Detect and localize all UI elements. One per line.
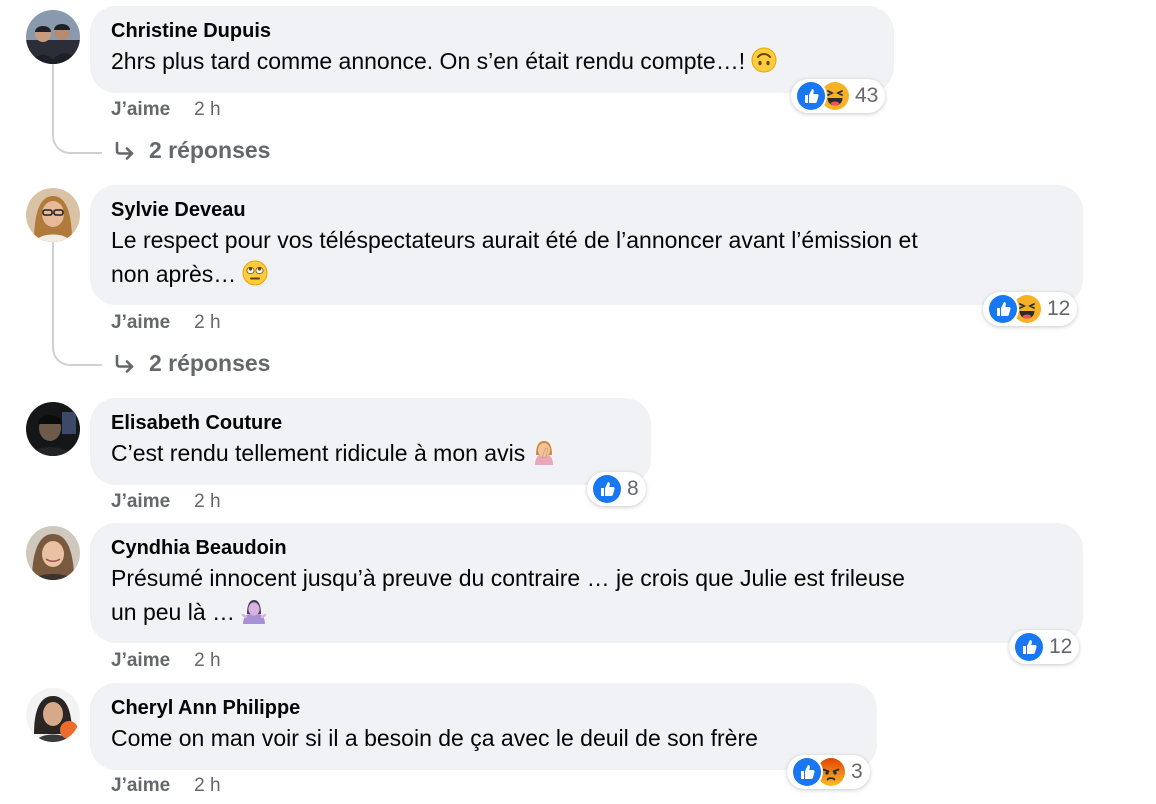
like-button[interactable]: J’aime — [111, 491, 170, 512]
comment-text: 2hrs plus tard comme annonce. On s’en ét… — [111, 44, 872, 78]
reply-arrow-icon — [115, 141, 134, 160]
replies-label: 2 réponses — [149, 137, 271, 163]
reaction-count: 12 — [1047, 297, 1071, 320]
timestamp[interactable]: 2 h — [194, 775, 220, 796]
timestamp[interactable]: 2 h — [194, 312, 220, 333]
reaction-summary[interactable]: 43 — [791, 79, 886, 113]
comment-text: Come on man voir si il a besoin de ça av… — [111, 721, 855, 755]
reaction-count: 12 — [1049, 635, 1073, 658]
comment-bubble: Sylvie Deveau Le respect pour vos télésp… — [90, 185, 1083, 305]
reaction-count: 43 — [855, 84, 879, 107]
comment-text: Présumé innocent jusqu’à preuve du contr… — [111, 561, 1061, 629]
replies-label: 2 réponses — [149, 350, 271, 376]
like-button[interactable]: J’aime — [111, 775, 170, 796]
avatar[interactable] — [26, 188, 80, 242]
reply-arrow-icon — [115, 354, 134, 373]
comment-actions: J’aime 2 h — [111, 311, 221, 335]
comment-actions: J’aime 2 h — [111, 774, 221, 798]
comment-text: C’est rendu tellement ridicule à mon avi… — [111, 436, 629, 470]
comment-actions: J’aime 2 h — [111, 490, 221, 514]
comment-author[interactable]: Cheryl Ann Philippe — [111, 695, 855, 721]
comment-actions: J’aime 2 h — [111, 649, 221, 673]
comment-author[interactable]: Sylvie Deveau — [111, 197, 1061, 223]
like-reaction-icon — [591, 473, 623, 505]
timestamp[interactable]: 2 h — [194, 491, 220, 512]
avatar[interactable] — [26, 10, 80, 64]
comment-text-content: C’est rendu tellement ridicule à mon avi… — [111, 440, 526, 466]
like-reaction-icon — [795, 80, 827, 112]
comment-actions: J’aime 2 h — [111, 98, 221, 122]
avatar[interactable] — [26, 526, 80, 580]
reaction-count: 3 — [851, 760, 863, 783]
reaction-summary[interactable]: 3 — [787, 755, 870, 789]
like-button[interactable]: J’aime — [111, 99, 170, 120]
comment-text-line: Le respect pour vos téléspectateurs aura… — [111, 227, 918, 253]
like-reaction-icon — [1013, 631, 1045, 663]
comment-bubble: Elisabeth Couture C’est rendu tellement … — [90, 398, 651, 485]
comment-author[interactable]: Elisabeth Couture — [111, 410, 629, 436]
comment-text-content: non après… — [111, 261, 237, 287]
comment-text-content: un peu là … — [111, 599, 236, 625]
like-reaction-icon — [791, 756, 823, 788]
shrug-woman-icon — [241, 598, 267, 624]
comment-bubble: Cyndhia Beaudoin Présumé innocent jusqu’… — [90, 523, 1083, 643]
reaction-count: 8 — [627, 477, 639, 500]
reaction-summary[interactable]: 8 — [587, 472, 646, 506]
eye-roll-icon — [242, 260, 268, 286]
comment-text-line-2: non après… — [111, 257, 1061, 291]
facepalm-woman-icon — [531, 439, 557, 465]
view-replies-button[interactable]: 2 réponses — [113, 137, 270, 164]
upside-down-face-icon — [751, 47, 777, 73]
like-button[interactable]: J’aime — [111, 312, 170, 333]
comment-bubble: Christine Dupuis 2hrs plus tard comme an… — [90, 6, 894, 93]
like-reaction-icon — [987, 293, 1019, 325]
comment-text-line: Présumé innocent jusqu’à preuve du contr… — [111, 565, 905, 591]
comment-author[interactable]: Cyndhia Beaudoin — [111, 535, 1061, 561]
reaction-summary[interactable]: 12 — [983, 292, 1078, 326]
timestamp[interactable]: 2 h — [194, 99, 220, 120]
comment-author[interactable]: Christine Dupuis — [111, 18, 872, 44]
view-replies-button[interactable]: 2 réponses — [113, 350, 270, 377]
comment-text-content: 2hrs plus tard comme annonce. On s’en ét… — [111, 48, 746, 74]
comment-text-line-2: un peu là … — [111, 595, 1061, 629]
avatar[interactable] — [26, 402, 80, 456]
reaction-summary[interactable]: 12 — [1009, 630, 1080, 664]
comment-text: Le respect pour vos téléspectateurs aura… — [111, 223, 1061, 291]
timestamp[interactable]: 2 h — [194, 650, 220, 671]
comment-text-content: Come on man voir si il a besoin de ça av… — [111, 725, 758, 751]
comment-bubble: Cheryl Ann Philippe Come on man voir si … — [90, 683, 877, 770]
avatar[interactable] — [26, 688, 80, 742]
like-button[interactable]: J’aime — [111, 650, 170, 671]
